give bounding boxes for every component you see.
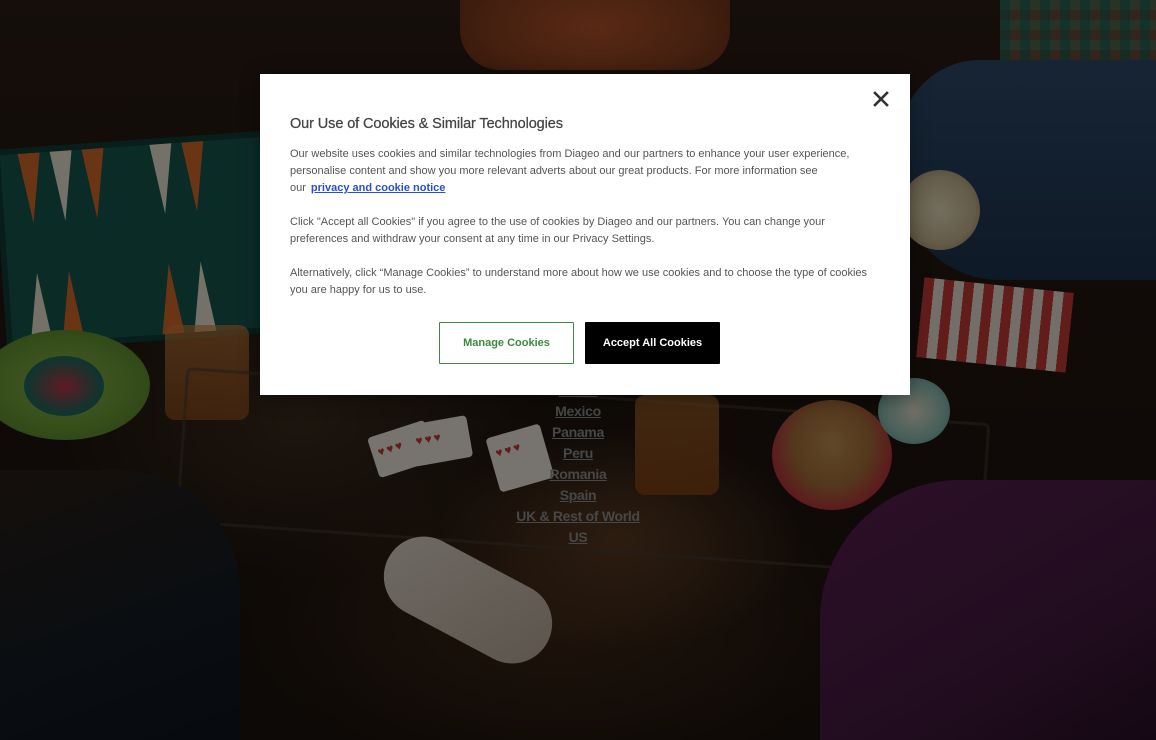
dialog-title: Our Use of Cookies & Similar Technologie… <box>290 116 563 132</box>
cookie-consent-dialog: Our Use of Cookies & Similar Technologie… <box>260 74 910 395</box>
close-button[interactable] <box>871 89 891 109</box>
accept-all-cookies-button[interactable]: Accept All Cookies <box>585 322 720 364</box>
privacy-cookie-notice-link[interactable]: privacy and cookie notice <box>311 182 446 194</box>
accept-info-text: Click "Accept all Cookies" if you agree … <box>290 216 825 245</box>
manage-info-text: Alternatively, click “Manage Cookies” to… <box>290 267 868 296</box>
close-icon <box>873 91 889 107</box>
manage-cookies-button[interactable]: Manage Cookies <box>439 322 574 364</box>
dialog-button-row: Manage Cookies Accept All Cookies <box>439 322 720 364</box>
cookie-intro-text: Our website uses cookies and similar tec… <box>290 146 880 197</box>
page: KoreaMexicoPanamaPeruRomaniaSpainUK & Re… <box>0 0 1156 740</box>
